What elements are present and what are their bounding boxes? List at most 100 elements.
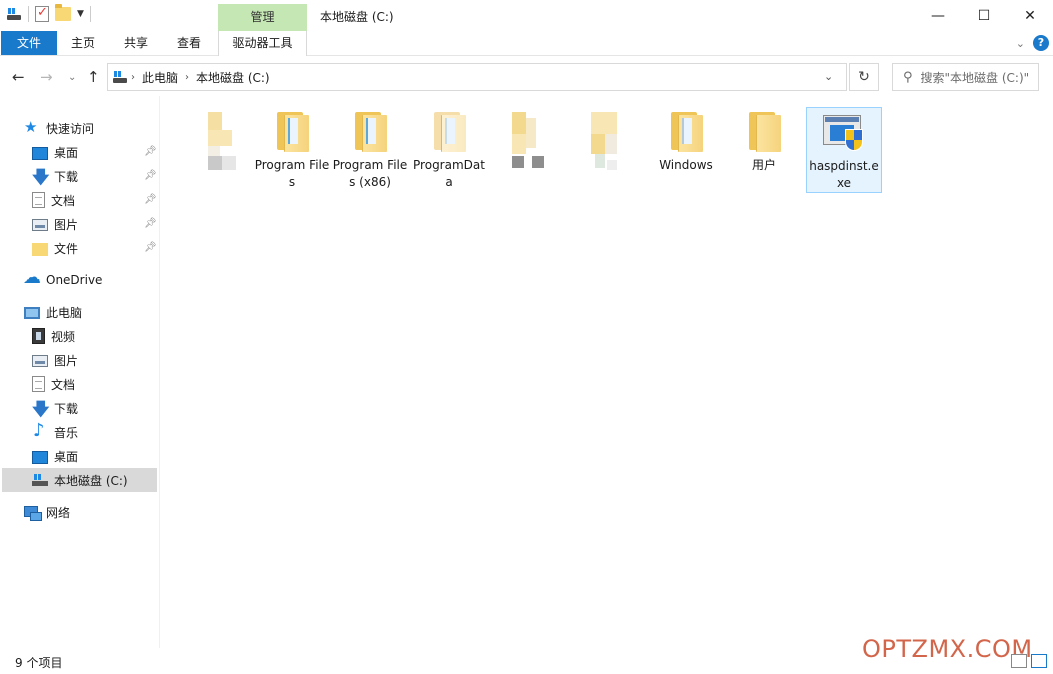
ribbon-right-controls: ⌄ ? bbox=[1016, 35, 1049, 51]
folder-icon bbox=[32, 242, 48, 256]
sidebar-item-label: 文件 bbox=[54, 241, 79, 256]
tab-view[interactable]: 查看 bbox=[171, 31, 207, 55]
breadcrumb-this-pc[interactable]: 此电脑 bbox=[142, 69, 178, 86]
list-item-redacted[interactable] bbox=[569, 107, 645, 193]
onedrive-cloud-icon bbox=[23, 267, 41, 288]
sidebar-item-pictures[interactable]: 图片 bbox=[32, 212, 78, 236]
refresh-icon: ↻ bbox=[858, 69, 870, 85]
pin-icon[interactable]: 📌︎ bbox=[144, 146, 157, 157]
back-arrow-icon[interactable]: ← bbox=[12, 68, 25, 86]
tab-file[interactable]: 文件 bbox=[1, 31, 57, 55]
quick-access-toolbar: ▼ bbox=[6, 4, 91, 22]
blurred-file-icon bbox=[506, 112, 550, 180]
list-item-programdata[interactable]: ProgramData bbox=[411, 107, 487, 193]
document-icon bbox=[32, 192, 45, 208]
help-icon[interactable]: ? bbox=[1033, 35, 1049, 51]
address-dropdown-chevron-icon[interactable]: ⌄ bbox=[824, 70, 833, 83]
pin-icon[interactable]: 📌︎ bbox=[144, 194, 157, 205]
tab-share[interactable]: 共享 bbox=[118, 31, 154, 55]
file-name: 用户 bbox=[751, 158, 776, 172]
sidebar-item-label: 快速访问 bbox=[46, 121, 95, 136]
list-item-redacted[interactable] bbox=[176, 107, 252, 193]
sidebar-item-documents[interactable]: 文档 bbox=[32, 372, 75, 396]
sidebar-item-downloads[interactable]: 下载 bbox=[32, 396, 79, 426]
pictures-icon bbox=[32, 355, 48, 367]
sidebar-item-label: 下载 bbox=[54, 401, 79, 416]
up-arrow-icon[interactable]: ↑ bbox=[87, 68, 100, 86]
forward-arrow-icon[interactable]: → bbox=[40, 68, 53, 86]
pictures-icon bbox=[32, 219, 48, 231]
list-item-program-files-x86[interactable]: Program Files (x86) bbox=[332, 107, 408, 193]
search-input[interactable]: ⚲ 搜索"本地磁盘 (C:)" bbox=[892, 63, 1039, 91]
sidebar-item-files[interactable]: 文件 bbox=[32, 236, 78, 260]
tab-home[interactable]: 主页 bbox=[66, 31, 100, 55]
sidebar-item-label: 文档 bbox=[51, 377, 76, 392]
list-item-windows[interactable]: Windows bbox=[648, 107, 724, 193]
tab-drive-tools[interactable]: 驱动器工具 bbox=[218, 31, 307, 56]
sidebar-item-documents[interactable]: 文档 bbox=[32, 188, 75, 212]
installer-shield-icon bbox=[823, 115, 867, 153]
title-bar: ▼ 管理 本地磁盘 (C:) — ☐ ✕ bbox=[0, 0, 1053, 31]
window-controls: — ☐ ✕ bbox=[915, 0, 1053, 31]
file-name: ProgramData bbox=[413, 158, 485, 189]
list-item-program-files[interactable]: Program Files bbox=[254, 107, 330, 193]
address-bar[interactable]: › 此电脑 › 本地磁盘 (C:) bbox=[107, 63, 847, 91]
ribbon-tabs: 文件 主页 共享 查看 驱动器工具 ⌄ ? bbox=[0, 31, 1053, 56]
sidebar-item-onedrive[interactable]: OneDrive bbox=[23, 267, 103, 292]
sidebar-item-label: OneDrive bbox=[46, 273, 103, 287]
music-icon bbox=[32, 420, 48, 441]
sidebar-item-downloads[interactable]: 下载 bbox=[32, 164, 78, 194]
download-icon bbox=[32, 165, 49, 194]
details-view-icon[interactable] bbox=[1011, 654, 1027, 668]
document-icon bbox=[32, 376, 45, 392]
breadcrumb-separator-icon[interactable]: › bbox=[131, 72, 135, 83]
folder-icon bbox=[352, 112, 387, 152]
pin-icon[interactable]: 📌︎ bbox=[144, 170, 157, 181]
breadcrumb-separator-icon[interactable]: › bbox=[185, 72, 189, 83]
folder-icon bbox=[431, 112, 466, 152]
sidebar-item-pictures[interactable]: 图片 bbox=[32, 348, 78, 372]
blurred-file-icon bbox=[192, 112, 236, 180]
new-folder-icon[interactable] bbox=[55, 4, 71, 21]
status-item-count: 9 个项目 bbox=[15, 656, 63, 670]
sidebar-item-local-disk-c[interactable]: 本地磁盘 (C:) bbox=[2, 468, 157, 492]
list-item-haspdinst-exe[interactable]: haspdinst.exe bbox=[806, 107, 882, 193]
pin-icon[interactable]: 📌︎ bbox=[144, 242, 157, 253]
file-name: haspdinst.exe bbox=[809, 159, 879, 190]
sidebar-item-desktop[interactable]: 桌面 bbox=[32, 444, 78, 468]
recent-locations-chevron-icon[interactable]: ⌄ bbox=[68, 72, 76, 83]
refresh-button[interactable]: ↻ bbox=[849, 63, 879, 91]
maximize-button[interactable]: ☐ bbox=[961, 0, 1007, 31]
file-name: Program Files (x86) bbox=[332, 158, 408, 189]
sidebar-item-videos[interactable]: 视频 bbox=[32, 324, 75, 348]
pin-icon[interactable]: 📌︎ bbox=[144, 218, 157, 229]
watermark-text: OPTZMX.COM bbox=[862, 635, 1033, 663]
folder-icon bbox=[274, 112, 309, 152]
sidebar-item-label: 桌面 bbox=[54, 449, 79, 464]
drive-icon bbox=[112, 70, 128, 84]
drive-icon bbox=[6, 7, 22, 21]
sidebar-item-desktop[interactable]: 桌面 bbox=[32, 140, 78, 164]
manage-context-tab[interactable]: 管理 bbox=[218, 4, 307, 31]
expand-ribbon-chevron-icon[interactable]: ⌄ bbox=[1016, 37, 1025, 50]
minimize-button[interactable]: — bbox=[915, 0, 961, 31]
sidebar-item-this-pc[interactable]: 此电脑 bbox=[24, 300, 82, 324]
separator bbox=[89, 6, 91, 22]
list-item-users[interactable]: 用户 bbox=[726, 107, 802, 193]
list-item-redacted[interactable] bbox=[490, 107, 566, 193]
download-icon bbox=[32, 397, 49, 426]
sidebar-item-network[interactable]: 网络 bbox=[24, 500, 70, 524]
sidebar-item-quick-access[interactable]: 快速访问 bbox=[24, 116, 94, 140]
star-icon bbox=[24, 118, 40, 136]
customize-toolbar-arrow-icon[interactable]: ▼ bbox=[77, 9, 84, 19]
properties-icon[interactable] bbox=[35, 5, 49, 22]
large-icons-view-icon[interactable] bbox=[1031, 654, 1047, 668]
sidebar-item-label: 图片 bbox=[54, 353, 79, 368]
video-icon bbox=[32, 328, 45, 344]
sidebar-item-music[interactable]: 音乐 bbox=[32, 420, 78, 444]
navigation-bar: ← → ⌄ ↑ › 此电脑 › 本地磁盘 (C:) ⌄ ↻ ⚲ 搜索"本地磁盘 … bbox=[0, 62, 1053, 94]
breadcrumb-local-disk[interactable]: 本地磁盘 (C:) bbox=[196, 69, 270, 86]
desktop-icon bbox=[32, 450, 48, 464]
close-button[interactable]: ✕ bbox=[1007, 0, 1053, 31]
drive-icon bbox=[32, 472, 48, 488]
